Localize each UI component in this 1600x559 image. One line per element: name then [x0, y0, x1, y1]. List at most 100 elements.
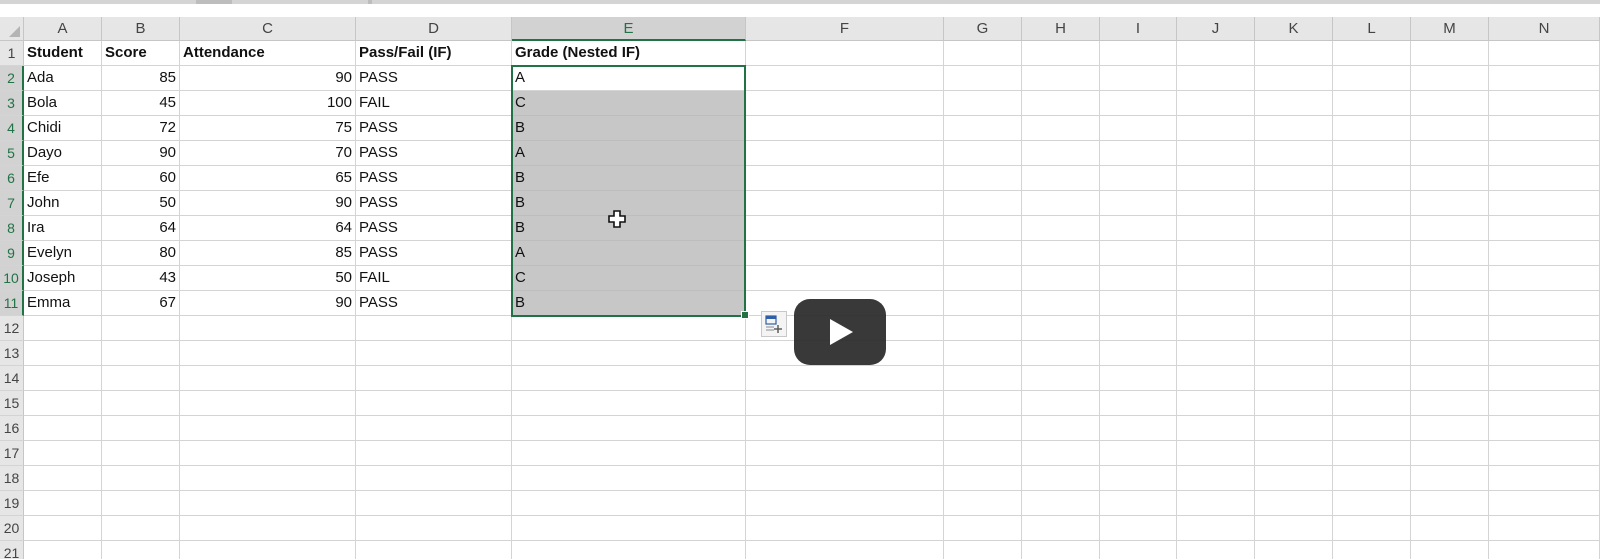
cell-d10[interactable]: FAIL — [356, 266, 512, 291]
cell-e10[interactable]: C — [512, 266, 746, 291]
cell-d7[interactable]: PASS — [356, 191, 512, 216]
row-header-13[interactable]: 13 — [0, 341, 24, 366]
cell-g6[interactable] — [944, 166, 1022, 191]
cell-l6[interactable] — [1333, 166, 1411, 191]
cell-j14[interactable] — [1177, 366, 1255, 391]
cell-d17[interactable] — [356, 441, 512, 466]
cell-k12[interactable] — [1255, 316, 1333, 341]
cell-g13[interactable] — [944, 341, 1022, 366]
cell-l1[interactable] — [1333, 41, 1411, 66]
cell-g17[interactable] — [944, 441, 1022, 466]
cell-n15[interactable] — [1489, 391, 1600, 416]
cell-e13[interactable] — [512, 341, 746, 366]
cell-b13[interactable] — [102, 341, 180, 366]
row-header-5[interactable]: 5 — [0, 141, 24, 166]
cell-k10[interactable] — [1255, 266, 1333, 291]
column-header-j[interactable]: J — [1177, 17, 1255, 41]
cell-d21[interactable] — [356, 541, 512, 559]
cell-h13[interactable] — [1022, 341, 1100, 366]
cell-c20[interactable] — [180, 516, 356, 541]
cell-h3[interactable] — [1022, 91, 1100, 116]
cell-f15[interactable] — [746, 391, 944, 416]
cell-a19[interactable] — [24, 491, 102, 516]
cell-g11[interactable] — [944, 291, 1022, 316]
cell-m6[interactable] — [1411, 166, 1489, 191]
cell-c8[interactable]: 64 — [180, 216, 356, 241]
cell-e15[interactable] — [512, 391, 746, 416]
cell-i2[interactable] — [1100, 66, 1177, 91]
cell-n19[interactable] — [1489, 491, 1600, 516]
cell-d20[interactable] — [356, 516, 512, 541]
cell-f10[interactable] — [746, 266, 944, 291]
cell-j9[interactable] — [1177, 241, 1255, 266]
cell-l2[interactable] — [1333, 66, 1411, 91]
cell-f6[interactable] — [746, 166, 944, 191]
cell-l16[interactable] — [1333, 416, 1411, 441]
cell-k19[interactable] — [1255, 491, 1333, 516]
cell-j8[interactable] — [1177, 216, 1255, 241]
cell-a9[interactable]: Evelyn — [24, 241, 102, 266]
cell-g5[interactable] — [944, 141, 1022, 166]
cell-l21[interactable] — [1333, 541, 1411, 559]
cell-c15[interactable] — [180, 391, 356, 416]
cell-n18[interactable] — [1489, 466, 1600, 491]
cell-k6[interactable] — [1255, 166, 1333, 191]
cell-l13[interactable] — [1333, 341, 1411, 366]
cell-a13[interactable] — [24, 341, 102, 366]
cell-l5[interactable] — [1333, 141, 1411, 166]
cell-k15[interactable] — [1255, 391, 1333, 416]
cell-n5[interactable] — [1489, 141, 1600, 166]
cell-m16[interactable] — [1411, 416, 1489, 441]
cell-i10[interactable] — [1100, 266, 1177, 291]
cell-c17[interactable] — [180, 441, 356, 466]
cell-j19[interactable] — [1177, 491, 1255, 516]
row-header-3[interactable]: 3 — [0, 91, 24, 116]
cell-j7[interactable] — [1177, 191, 1255, 216]
column-header-d[interactable]: D — [356, 17, 512, 41]
cell-g14[interactable] — [944, 366, 1022, 391]
cell-a21[interactable] — [24, 541, 102, 559]
cell-c5[interactable]: 70 — [180, 141, 356, 166]
cell-c13[interactable] — [180, 341, 356, 366]
cell-g20[interactable] — [944, 516, 1022, 541]
cell-d6[interactable]: PASS — [356, 166, 512, 191]
cell-m17[interactable] — [1411, 441, 1489, 466]
header-cell-d[interactable]: Pass/Fail (IF) — [356, 41, 512, 66]
cell-g3[interactable] — [944, 91, 1022, 116]
row-header-20[interactable]: 20 — [0, 516, 24, 541]
cell-n8[interactable] — [1489, 216, 1600, 241]
cell-a4[interactable]: Chidi — [24, 116, 102, 141]
cell-k9[interactable] — [1255, 241, 1333, 266]
cell-n10[interactable] — [1489, 266, 1600, 291]
cell-h17[interactable] — [1022, 441, 1100, 466]
cell-f1[interactable] — [746, 41, 944, 66]
cell-e7[interactable]: B — [512, 191, 746, 216]
cell-d18[interactable] — [356, 466, 512, 491]
cell-i4[interactable] — [1100, 116, 1177, 141]
cell-j17[interactable] — [1177, 441, 1255, 466]
cell-a17[interactable] — [24, 441, 102, 466]
cell-b16[interactable] — [102, 416, 180, 441]
cell-h20[interactable] — [1022, 516, 1100, 541]
cell-c4[interactable]: 75 — [180, 116, 356, 141]
cell-k3[interactable] — [1255, 91, 1333, 116]
cell-n1[interactable] — [1489, 41, 1600, 66]
cell-j15[interactable] — [1177, 391, 1255, 416]
cell-l20[interactable] — [1333, 516, 1411, 541]
cell-f3[interactable] — [746, 91, 944, 116]
cell-l8[interactable] — [1333, 216, 1411, 241]
cell-k20[interactable] — [1255, 516, 1333, 541]
cell-k7[interactable] — [1255, 191, 1333, 216]
cell-i11[interactable] — [1100, 291, 1177, 316]
cell-n9[interactable] — [1489, 241, 1600, 266]
cell-m11[interactable] — [1411, 291, 1489, 316]
cell-f7[interactable] — [746, 191, 944, 216]
cell-e17[interactable] — [512, 441, 746, 466]
cell-i20[interactable] — [1100, 516, 1177, 541]
cell-e6[interactable]: B — [512, 166, 746, 191]
cell-e3[interactable]: C — [512, 91, 746, 116]
cell-l11[interactable] — [1333, 291, 1411, 316]
cell-g9[interactable] — [944, 241, 1022, 266]
row-header-10[interactable]: 10 — [0, 266, 24, 291]
cell-e2[interactable]: A — [512, 66, 746, 91]
